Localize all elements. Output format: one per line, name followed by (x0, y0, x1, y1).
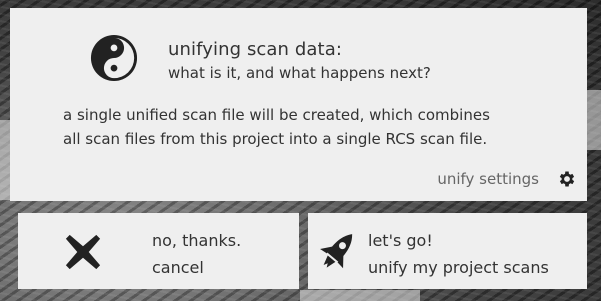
gear-icon[interactable] (557, 169, 577, 189)
close-x-icon (65, 234, 101, 270)
cancel-title: no, thanks. (152, 231, 242, 250)
cancel-button[interactable]: no, thanks. cancel (18, 213, 299, 289)
unify-settings-label: unify settings (437, 170, 539, 188)
dialog-title: unifying scan data: (168, 39, 342, 60)
cancel-subtitle: cancel (152, 258, 204, 277)
rocket-icon (320, 234, 353, 269)
confirm-title: let's go! (368, 231, 433, 250)
dialog-body-line2: all scan files from this project into a … (63, 130, 488, 148)
yin-yang-icon (90, 34, 138, 82)
confirm-subtitle: unify my project scans (368, 258, 549, 277)
dialog-body-line1: a single unified scan file will be creat… (63, 106, 490, 124)
dialog-subtitle: what is it, and what happens next? (168, 64, 431, 82)
unify-settings-button[interactable]: unify settings (437, 166, 577, 192)
info-panel: unifying scan data: what is it, and what… (10, 8, 587, 201)
unify-confirm-button[interactable]: let's go! unify my project scans (308, 213, 587, 289)
